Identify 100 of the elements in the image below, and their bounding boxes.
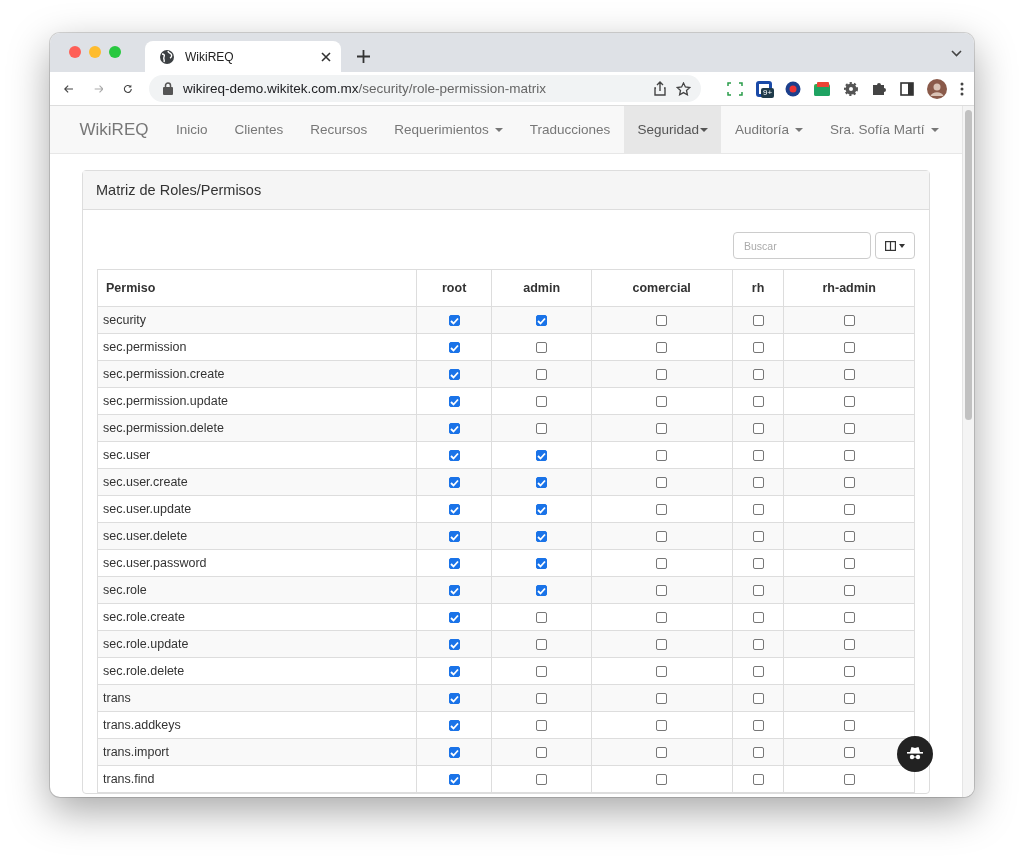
checkbox[interactable] xyxy=(752,477,764,489)
checkbox[interactable] xyxy=(752,666,764,678)
checkbox[interactable] xyxy=(752,693,764,705)
checkbox[interactable] xyxy=(448,396,460,408)
checkbox[interactable] xyxy=(843,504,855,516)
checkbox[interactable] xyxy=(448,477,460,489)
checkbox[interactable] xyxy=(448,342,460,354)
checkbox[interactable] xyxy=(656,504,668,516)
checkbox[interactable] xyxy=(752,315,764,327)
checkbox[interactable] xyxy=(536,585,548,597)
checkbox[interactable] xyxy=(752,585,764,597)
checkbox[interactable] xyxy=(536,612,548,624)
checkbox[interactable] xyxy=(752,450,764,462)
checkbox[interactable] xyxy=(656,315,668,327)
checkbox[interactable] xyxy=(752,720,764,732)
checkbox[interactable] xyxy=(752,531,764,543)
checkbox[interactable] xyxy=(448,315,460,327)
checkbox[interactable] xyxy=(448,612,460,624)
checkbox[interactable] xyxy=(752,612,764,624)
close-window-button[interactable] xyxy=(69,45,81,58)
nav-link[interactable]: Requerimientos xyxy=(380,106,517,153)
checkbox[interactable] xyxy=(656,477,668,489)
checkbox[interactable] xyxy=(656,774,668,786)
checkbox[interactable] xyxy=(448,639,460,651)
checkbox[interactable] xyxy=(752,558,764,570)
chevron-down-icon[interactable] xyxy=(951,50,962,57)
checkbox[interactable] xyxy=(843,639,855,651)
nav-link[interactable]: Recursos xyxy=(296,106,381,153)
checkbox[interactable] xyxy=(843,558,855,570)
star-icon[interactable] xyxy=(676,81,691,96)
checkbox[interactable] xyxy=(448,693,460,705)
scrollbar[interactable] xyxy=(962,106,974,797)
checkbox[interactable] xyxy=(536,693,548,705)
checkbox[interactable] xyxy=(656,396,668,408)
checkbox[interactable] xyxy=(656,720,668,732)
checkbox[interactable] xyxy=(536,396,548,408)
checkbox[interactable] xyxy=(752,423,764,435)
folder-icon[interactable] xyxy=(814,81,830,96)
close-icon[interactable] xyxy=(321,51,331,62)
checkbox[interactable] xyxy=(448,666,460,678)
checkbox[interactable] xyxy=(536,774,548,786)
checkbox[interactable] xyxy=(843,720,855,732)
checkbox[interactable] xyxy=(448,558,460,570)
checkbox[interactable] xyxy=(448,585,460,597)
nav-link[interactable]: Auditoría xyxy=(721,106,817,153)
checkbox[interactable] xyxy=(536,666,548,678)
brand-link[interactable]: WikiREQ xyxy=(66,106,163,153)
share-icon[interactable] xyxy=(654,81,666,96)
checkbox[interactable] xyxy=(536,315,548,327)
screenshot-icon[interactable] xyxy=(727,81,743,96)
checkbox[interactable] xyxy=(656,639,668,651)
floating-action-button[interactable] xyxy=(897,736,933,772)
checkbox[interactable] xyxy=(536,450,548,462)
checkbox[interactable] xyxy=(536,504,548,516)
user-menu[interactable]: Sra. Sofía Martí xyxy=(816,106,953,153)
checkbox[interactable] xyxy=(752,747,764,759)
checkbox[interactable] xyxy=(448,423,460,435)
checkbox[interactable] xyxy=(536,369,548,381)
browser-tab[interactable]: WikiREQ xyxy=(145,41,341,72)
back-arrow-icon[interactable] xyxy=(64,82,74,95)
checkbox[interactable] xyxy=(536,747,548,759)
checkbox[interactable] xyxy=(656,666,668,678)
avatar-icon[interactable] xyxy=(927,78,947,99)
checkbox[interactable] xyxy=(752,369,764,381)
search-field[interactable]: Buscar xyxy=(733,232,871,259)
puzzle-icon[interactable] xyxy=(872,81,887,96)
checkbox[interactable] xyxy=(656,450,668,462)
address-field[interactable]: wikireq-demo.wikitek.com.mx/security/role-permission-matrix xyxy=(149,75,701,102)
checkbox[interactable] xyxy=(656,531,668,543)
checkbox[interactable] xyxy=(656,612,668,624)
checkbox[interactable] xyxy=(448,747,460,759)
checkbox[interactable] xyxy=(656,342,668,354)
gear-icon[interactable] xyxy=(843,80,859,97)
plus-icon[interactable] xyxy=(357,50,370,63)
nav-link[interactable]: Clientes xyxy=(220,106,297,153)
checkbox[interactable] xyxy=(448,531,460,543)
checkbox[interactable] xyxy=(536,531,548,543)
more-vertical-icon[interactable] xyxy=(960,81,964,96)
checkbox[interactable] xyxy=(843,612,855,624)
checkbox[interactable] xyxy=(843,423,855,435)
extension-icon[interactable] xyxy=(785,80,801,97)
checkbox[interactable] xyxy=(656,558,668,570)
checkbox[interactable] xyxy=(843,342,855,354)
checkbox[interactable] xyxy=(448,504,460,516)
checkbox[interactable] xyxy=(843,450,855,462)
side-panel-icon[interactable] xyxy=(900,81,914,96)
checkbox[interactable] xyxy=(448,369,460,381)
checkbox[interactable] xyxy=(656,693,668,705)
checkbox[interactable] xyxy=(752,504,764,516)
checkbox[interactable] xyxy=(843,531,855,543)
checkbox[interactable] xyxy=(536,477,548,489)
checkbox[interactable] xyxy=(752,396,764,408)
checkbox[interactable] xyxy=(752,774,764,786)
nav-link[interactable]: Inicio xyxy=(162,106,221,153)
checkbox[interactable] xyxy=(752,342,764,354)
checkbox[interactable] xyxy=(536,639,548,651)
checkbox[interactable] xyxy=(448,450,460,462)
checkbox[interactable] xyxy=(752,639,764,651)
checkbox[interactable] xyxy=(536,720,548,732)
checkbox[interactable] xyxy=(843,666,855,678)
